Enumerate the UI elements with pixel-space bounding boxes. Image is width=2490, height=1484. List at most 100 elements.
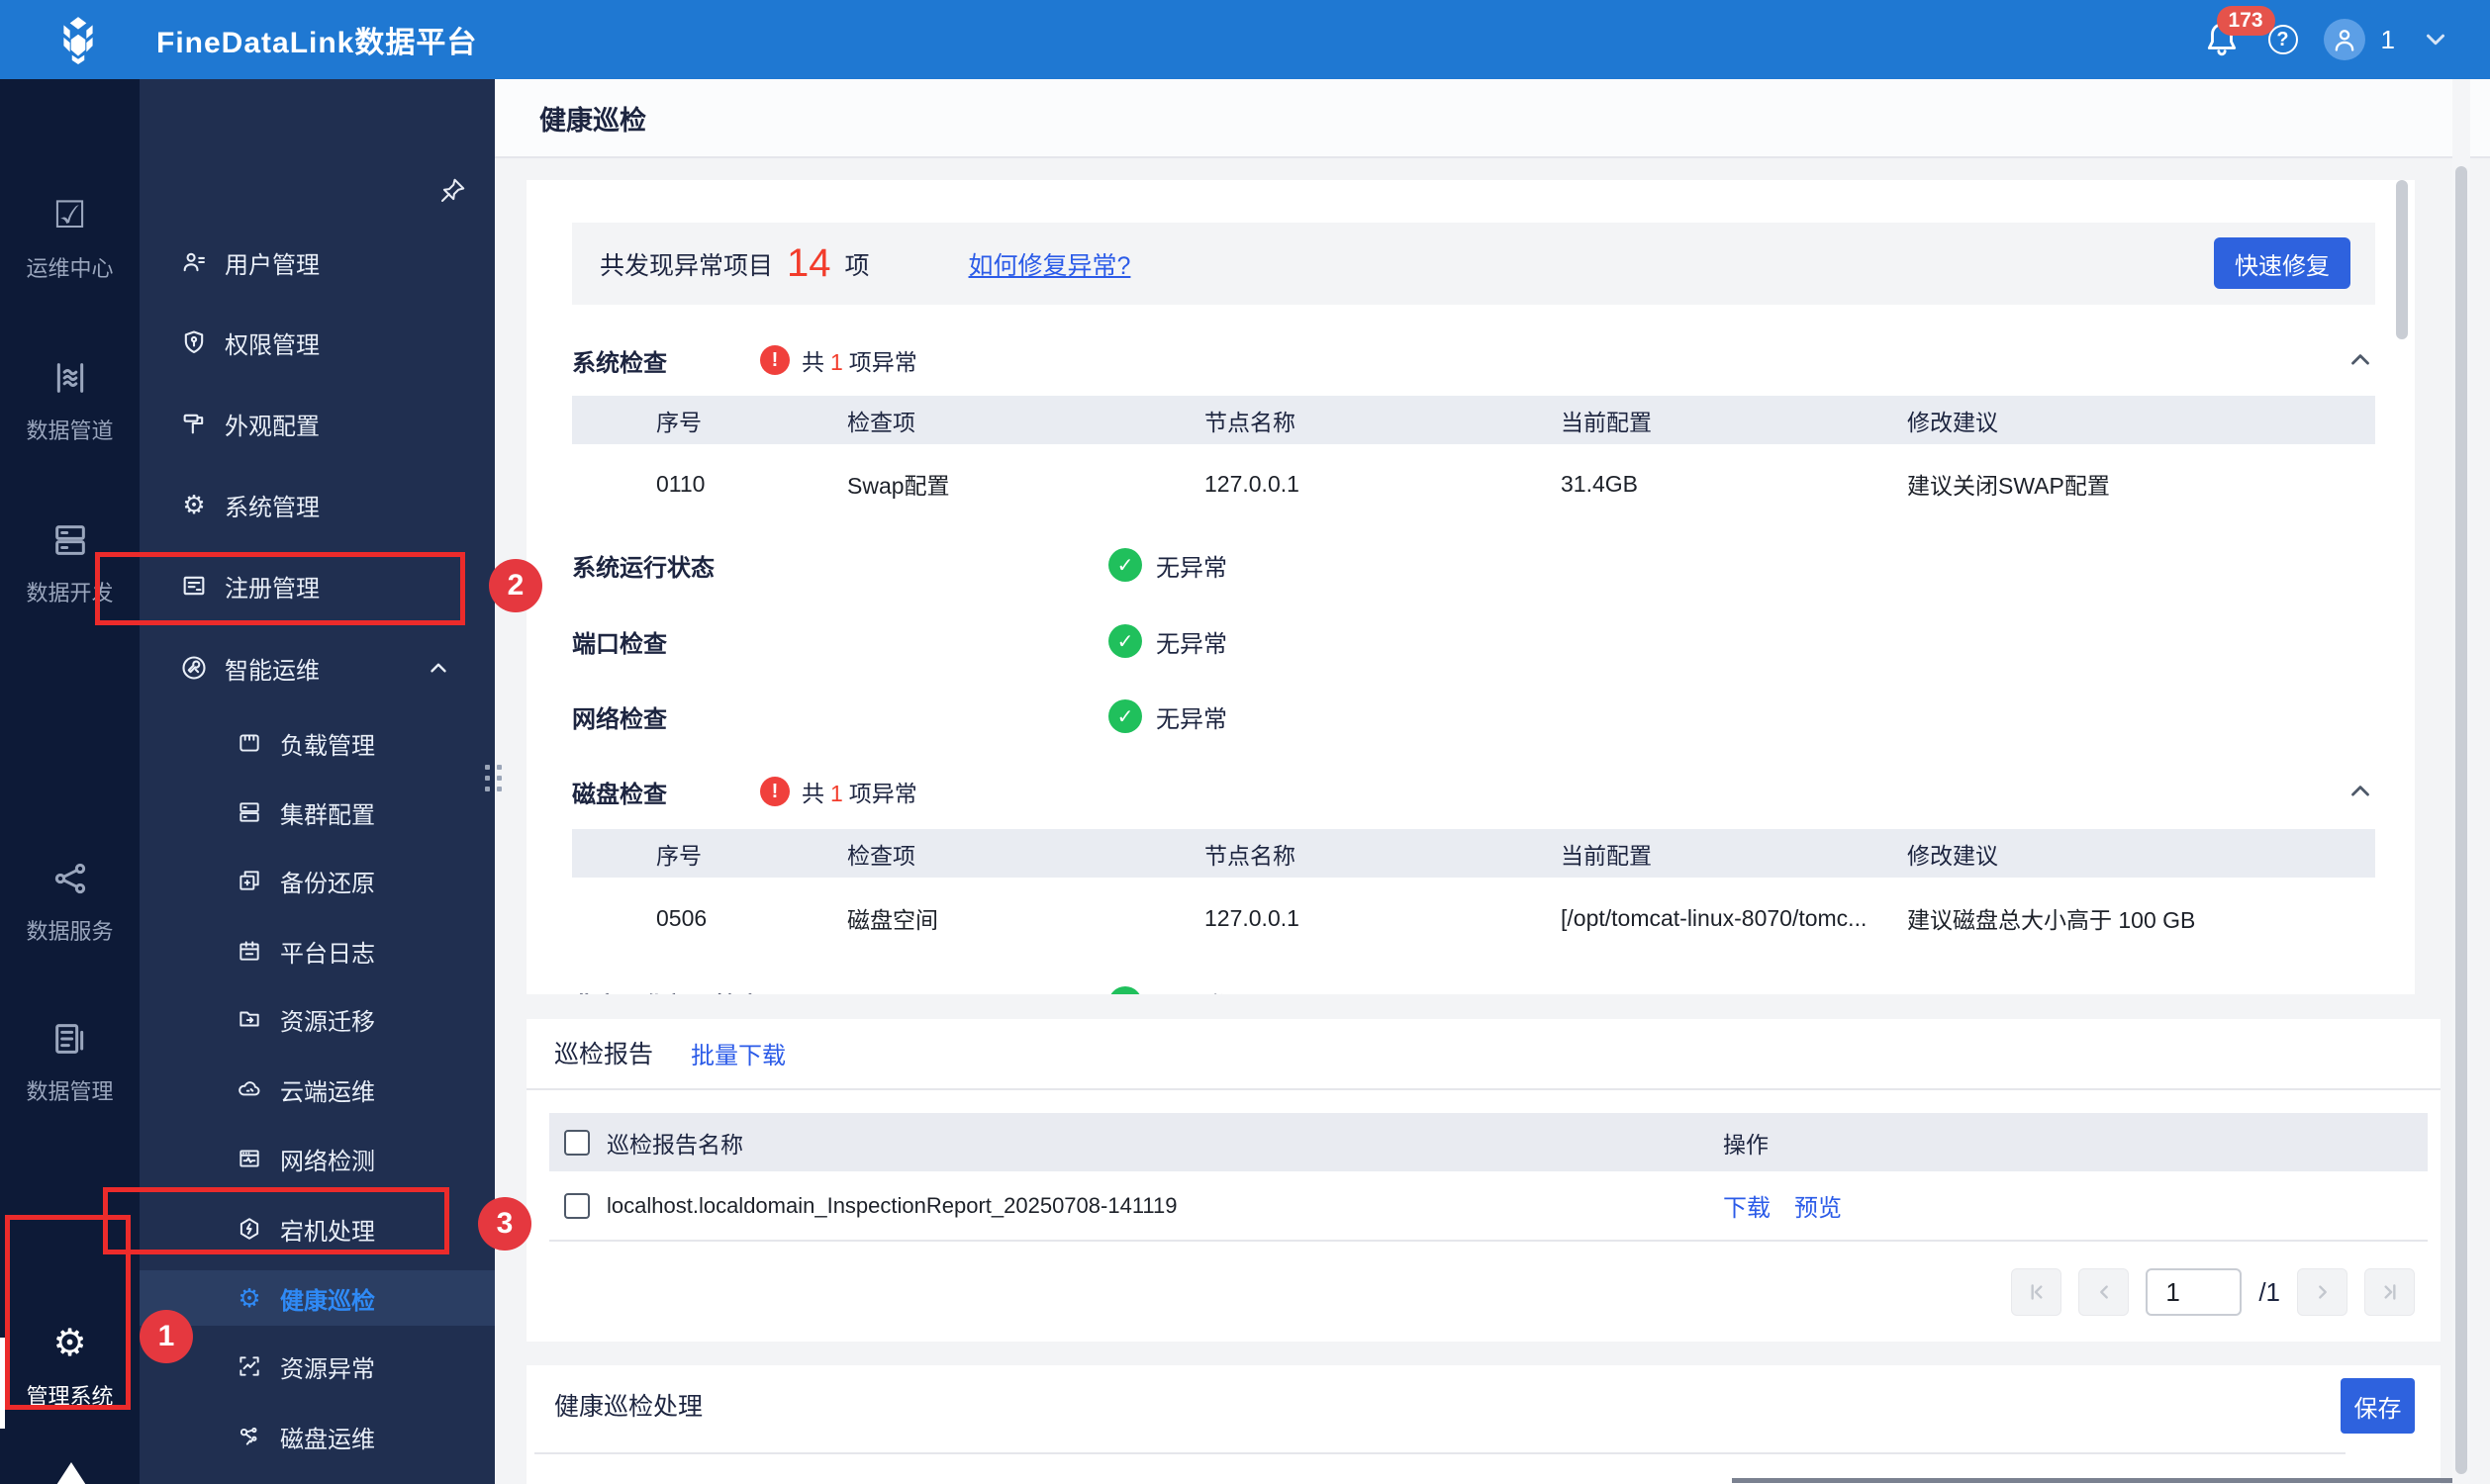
inner-scrollbar-thumb[interactable] [2396, 180, 2408, 339]
first-page-button[interactable] [2011, 1268, 2062, 1316]
row-checkbox[interactable] [564, 1192, 590, 1219]
report-row: localhost.localdomain_InspectionReport_2… [549, 1171, 2428, 1242]
collapse-section-icon[interactable] [2346, 777, 2375, 806]
system-check-table-header: 序号 检查项 节点名称 当前配置 修改建议 [572, 396, 2375, 444]
cluster-icon [235, 797, 264, 827]
share-nodes-icon [54, 863, 85, 894]
report-name: localhost.localdomain_InspectionReport_2… [607, 1192, 1178, 1218]
menu-item-load-manage[interactable]: 负载管理 [140, 715, 495, 771]
disk-check-title: 磁盘检查 [572, 781, 667, 808]
horizontal-scrollbar-thumb[interactable] [1732, 1478, 2452, 1483]
outer-scrollbar-thumb[interactable] [2455, 166, 2467, 1474]
notification-badge: 173 [2216, 6, 2275, 36]
gear-icon: ⚙ [238, 1283, 261, 1313]
disk-check-table-header: 序号 检查项 节点名称 当前配置 修改建议 [572, 829, 2375, 878]
paint-roller-icon [179, 409, 209, 438]
summary-bar: 共发现异常项目 14 项 如何修复异常? [572, 223, 2375, 305]
status-row-port-check: 端口检查 ✓ 无异常 [572, 603, 1227, 680]
status-row-network-check: 网络检查 ✓ 无异常 [572, 678, 1227, 755]
disk-check-section-header: 磁盘检查 ! 共 1 项异常 [572, 769, 2375, 814]
menu-item-user-manage[interactable]: 用户管理 [140, 234, 495, 290]
menu-item-system-manage[interactable]: ⚙ 系统管理 [140, 477, 495, 532]
prev-page-button[interactable] [2078, 1268, 2130, 1316]
menu-item-register-manage[interactable]: 注册管理 [140, 558, 495, 613]
app-title: FineDataLink数据平台 [156, 27, 478, 59]
primary-sidebar: ☑ 运维中心 数据管道 数据开发 数据服务 数据管理 ⚙ 管理系统 [0, 79, 140, 1484]
menu-item-platform-log[interactable]: 平台日志 [140, 923, 495, 978]
ok-check-icon: ✓ [1108, 624, 1142, 658]
status-row-system-running: 系统运行状态 ✓ 无异常 [572, 526, 1227, 603]
pipeline-icon [56, 363, 83, 393]
how-to-fix-link[interactable]: 如何修复异常? [969, 246, 1131, 282]
inspection-report-card: 巡检报告 批量下载 巡检报告名称 操作 localhost.localdomai… [527, 1019, 2441, 1342]
sidebar-resize-handle[interactable] [485, 765, 503, 791]
page-header: 健康巡检 [495, 79, 2490, 158]
chevron-up-icon[interactable] [426, 655, 451, 681]
page-title: 健康巡检 [539, 105, 646, 136]
register-form-icon [179, 571, 209, 601]
menu-item-backup-restore[interactable]: 备份还原 [140, 853, 495, 908]
collapse-section-icon[interactable] [2346, 345, 2375, 375]
menu-item-crash-handle[interactable]: 宕机处理 [140, 1201, 495, 1256]
cloud-icon [235, 1074, 264, 1104]
document-bars-icon [54, 1024, 83, 1054]
process-title: 健康巡检处理 [554, 1393, 704, 1421]
unpin-sidebar-icon[interactable] [437, 176, 467, 211]
backup-restore-icon [235, 866, 264, 895]
page-total: /1 [2258, 1276, 2280, 1307]
secondary-sidebar: 用户管理 权限管理 外观配置 ⚙ 系统管理 注册管理 智能运维 负载管理 集群配… [140, 79, 502, 1484]
rail-item-data-dev[interactable]: 数据开发 [0, 520, 140, 641]
divider [527, 1088, 2441, 1090]
system-check-section-header: 系统检查 ! 共 1 项异常 [572, 337, 2375, 383]
avatar[interactable] [2323, 19, 2365, 60]
table-row: 0110 Swap配置 127.0.0.1 31.4GB 建议关闭SWAP配置 [656, 470, 2110, 500]
menu-item-appearance-config[interactable]: 外观配置 [140, 396, 495, 451]
menu-item-health-inspection[interactable]: ⚙ 健康巡检 [140, 1270, 495, 1326]
quick-fix-button[interactable]: 快速修复 [2214, 237, 2350, 289]
inspection-result-card: 共发现异常项目 14 项 如何修复异常? 快速修复 系统检查 ! 共 1 项异常 序… [527, 180, 2415, 994]
last-page-button[interactable] [2364, 1268, 2415, 1316]
batch-download-link[interactable]: 批量下载 [691, 1036, 786, 1070]
rail-item-ops-center[interactable]: ☑ 运维中心 [0, 196, 140, 317]
notification-bell-icon[interactable]: 173 [2203, 6, 2275, 61]
preview-link[interactable]: 预览 [1794, 1188, 1842, 1223]
report-table-header: 巡检报告名称 操作 [549, 1113, 2428, 1171]
disk-nodes-icon [235, 1422, 264, 1451]
menu-item-resource-migrate[interactable]: 资源迁移 [140, 991, 495, 1047]
gear-icon: ⚙ [182, 490, 206, 519]
clipboard-check-icon: ☑ [52, 195, 87, 236]
ok-check-icon: ✓ [1108, 986, 1142, 994]
rail-item-data-manage[interactable]: 数据管理 [0, 1019, 140, 1140]
menu-item-cluster-config[interactable]: 集群配置 [140, 785, 495, 840]
calendar-log-icon [235, 936, 264, 966]
network-pulse-icon [235, 1144, 264, 1173]
pagination: /1 [2011, 1268, 2415, 1316]
inspection-process-card: 健康巡检处理 保存 [527, 1365, 2441, 1484]
page-number-input[interactable] [2146, 1268, 2243, 1316]
menu-item-network-monitor[interactable]: 网络检测 [140, 1131, 495, 1186]
gear-icon: ⚙ [52, 1323, 87, 1364]
app-logo-icon [51, 13, 105, 66]
alert-icon: ! [760, 777, 790, 806]
wrench-circle-icon [179, 653, 209, 683]
menu-item-resource-abnormal[interactable]: 资源异常 [140, 1339, 495, 1394]
rail-item-admin-system[interactable]: ⚙ 管理系统 [0, 1324, 140, 1444]
user-label: 1 [2380, 24, 2395, 54]
folder-arrow-icon [235, 1004, 264, 1034]
menu-item-disk-ops[interactable]: 磁盘运维 [140, 1409, 495, 1464]
menu-item-permission-manage[interactable]: 权限管理 [140, 315, 495, 370]
rail-item-data-pipeline[interactable]: 数据管道 [0, 358, 140, 479]
user-menu-chevron-down-icon[interactable] [2421, 25, 2450, 54]
report-title: 巡检报告 [554, 1041, 654, 1068]
save-button[interactable]: 保存 [2341, 1378, 2415, 1434]
shield-key-icon [179, 327, 209, 357]
menu-item-intelligent-ops[interactable]: 智能运维 [140, 640, 495, 696]
app-window: FineDataLink数据平台 173 ? 1 ☑ 运维中心 数据管道 数据开… [0, 0, 2490, 1484]
next-page-button[interactable] [2297, 1268, 2347, 1316]
summary-suffix: 项 [844, 251, 870, 280]
menu-item-cloud-ops[interactable]: 云端运维 [140, 1062, 495, 1117]
rail-item-data-service[interactable]: 数据服务 [0, 859, 140, 979]
select-all-checkbox[interactable] [564, 1129, 590, 1156]
user-icon [179, 247, 209, 277]
download-link[interactable]: 下载 [1723, 1188, 1771, 1223]
